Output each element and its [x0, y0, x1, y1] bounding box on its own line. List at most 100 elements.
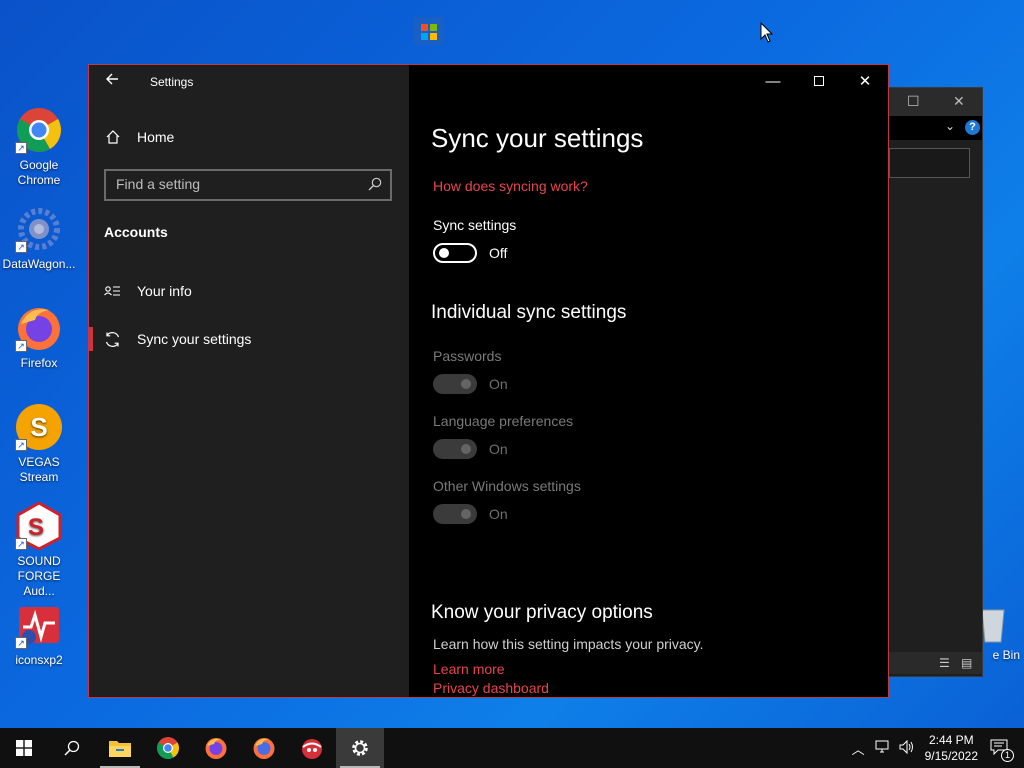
how-syncing-works-link[interactable]: How does syncing work? — [433, 178, 588, 194]
passwords-toggle-row: On — [433, 374, 508, 394]
app-logo-icon — [302, 739, 322, 759]
passwords-state: On — [489, 376, 508, 392]
desktop-icon-firefox[interactable]: ↗ Firefox — [1, 304, 77, 371]
app-title: Settings — [150, 75, 194, 89]
other-windows-settings-toggle[interactable] — [433, 504, 477, 524]
large-icons-view-icon[interactable]: ▤ — [961, 656, 972, 670]
microsoft-store-icon — [411, 12, 447, 48]
gear-icon — [352, 740, 368, 756]
search-placeholder: Find a setting — [116, 176, 201, 192]
home-icon — [105, 129, 121, 145]
sync-settings-toggle-row: Off — [433, 243, 507, 263]
background-window-statusbar: ☰ ▤ — [887, 652, 982, 674]
volume-icon[interactable] — [899, 739, 915, 757]
sync-settings-state: Off — [489, 245, 508, 261]
language-preferences-toggle[interactable] — [433, 439, 477, 459]
language-preferences-label: Language preferences — [433, 413, 574, 429]
desktop-icon-iconsxp[interactable]: ↗ iconsxp2 — [1, 601, 77, 668]
search-icon[interactable] — [368, 177, 382, 191]
background-window-search-field[interactable] — [889, 148, 970, 178]
notification-center-icon[interactable]: 1 — [990, 739, 1014, 762]
svg-text:S: S — [30, 412, 47, 442]
clock-time: 2:44 PM — [928, 733, 974, 747]
datawagon-icon: ↗ — [15, 205, 63, 253]
language-preferences-state: On — [489, 441, 508, 457]
desktop-icon-label: VEGAS Stream — [18, 455, 60, 484]
desktop-icon-label: DataWagon... — [2, 257, 76, 271]
start-button[interactable] — [0, 728, 48, 768]
chevron-down-icon[interactable]: ⌄ — [945, 119, 955, 133]
taskbar-firefox-developer[interactable] — [240, 728, 288, 768]
individual-sync-heading: Individual sync settings — [431, 302, 627, 323]
desktop-icon-label: iconsxp2 — [15, 653, 63, 667]
maximize-icon[interactable]: ☐ — [907, 93, 920, 110]
page-title: Sync your settings — [431, 123, 644, 153]
details-view-icon[interactable]: ☰ — [939, 656, 950, 670]
privacy-heading: Know your privacy options — [431, 602, 653, 623]
privacy-dashboard-link[interactable]: Privacy dashboard — [433, 680, 549, 696]
nav-home[interactable]: Home — [105, 129, 174, 145]
firefox-icon — [253, 738, 275, 759]
window-caption-buttons: — ✕ — [750, 65, 888, 97]
sidebar-item-label: Sync your settings — [137, 331, 252, 347]
close-icon[interactable]: ✕ — [953, 93, 965, 110]
settings-sidebar: Settings Home Find a setting Accounts Yo… — [89, 65, 409, 697]
other-windows-settings-state: On — [489, 506, 508, 522]
maximize-icon — [814, 76, 824, 86]
desktop-icon-label: SOUND FORGE Aud... — [17, 554, 61, 598]
close-button[interactable]: ✕ — [842, 65, 888, 97]
taskbar-chrome[interactable] — [144, 728, 192, 768]
desktop-icon-label: Firefox — [20, 356, 58, 370]
network-icon[interactable] — [875, 740, 891, 757]
taskbar-firefox[interactable] — [192, 728, 240, 768]
desktop-icon-vegas[interactable]: S ↗ VEGAS Stream — [1, 403, 77, 485]
passwords-label: Passwords — [433, 348, 502, 364]
sidebar-item-sync-settings[interactable]: Sync your settings — [89, 319, 409, 359]
svg-text:S: S — [28, 514, 44, 541]
maximize-button[interactable] — [796, 65, 842, 97]
show-hidden-icons-chevron-up-icon[interactable]: ︿ — [852, 739, 865, 758]
sync-icon — [104, 331, 121, 348]
taskbar: ︿ 2:44 PM 9/15/2022 1 — [0, 728, 1024, 768]
nav-home-label: Home — [137, 129, 175, 145]
desktop-icon-store[interactable] — [391, 12, 467, 52]
chrome-icon — [157, 737, 179, 759]
sidebar-item-label: Your info — [137, 283, 192, 299]
clock[interactable]: 2:44 PM 9/15/2022 — [925, 732, 978, 764]
back-arrow-icon[interactable] — [105, 71, 123, 89]
desktop-icon-label: Google Chrome — [17, 158, 61, 187]
system-tray: ︿ 2:44 PM 9/15/2022 1 — [852, 728, 1024, 768]
background-window-ribbon: ⌄ ? — [887, 116, 982, 140]
search-icon — [64, 740, 80, 756]
settings-main-panel: — ✕ Sync your settings How does syncing … — [409, 65, 888, 697]
settings-titlebar: Settings — [89, 65, 409, 99]
search-input[interactable]: Find a setting — [104, 169, 392, 201]
minimize-button[interactable]: — — [750, 65, 796, 97]
background-explorer-window[interactable]: ☐ ✕ ⌄ ? ☰ ▤ — [886, 87, 983, 677]
soundforge-icon: S ↗ — [15, 501, 63, 551]
language-preferences-toggle-row: On — [433, 439, 508, 459]
desktop-icon-datawagon[interactable]: ↗ DataWagon... — [1, 205, 77, 272]
windows-logo-icon — [16, 740, 32, 756]
help-icon[interactable]: ? — [965, 120, 980, 135]
minimize-icon: — — [765, 72, 781, 90]
desktop-icon-soundforge[interactable]: S ↗ SOUND FORGE Aud... — [1, 501, 77, 599]
firefox-icon — [205, 738, 227, 759]
desktop-icon-chrome[interactable]: ↗ Google Chrome — [1, 106, 77, 188]
passwords-toggle[interactable] — [433, 374, 477, 394]
sidebar-item-your-info[interactable]: Your info — [89, 271, 409, 311]
close-icon: ✕ — [858, 73, 872, 90]
sync-settings-toggle[interactable] — [433, 243, 477, 263]
notification-count-badge: 1 — [1001, 748, 1014, 762]
settings-window: Settings Home Find a setting Accounts Yo… — [88, 64, 889, 698]
search-button[interactable] — [48, 728, 96, 768]
taskbar-app-red[interactable] — [288, 728, 336, 768]
taskbar-settings[interactable] — [336, 728, 384, 768]
vegas-icon: S ↗ — [15, 403, 63, 451]
clock-date: 9/15/2022 — [924, 749, 978, 763]
learn-more-link[interactable]: Learn more — [433, 661, 505, 677]
privacy-description: Learn how this setting impacts your priv… — [433, 636, 704, 652]
sync-settings-label: Sync settings — [433, 217, 517, 233]
taskbar-file-explorer[interactable] — [96, 728, 144, 768]
folder-icon — [109, 741, 131, 757]
